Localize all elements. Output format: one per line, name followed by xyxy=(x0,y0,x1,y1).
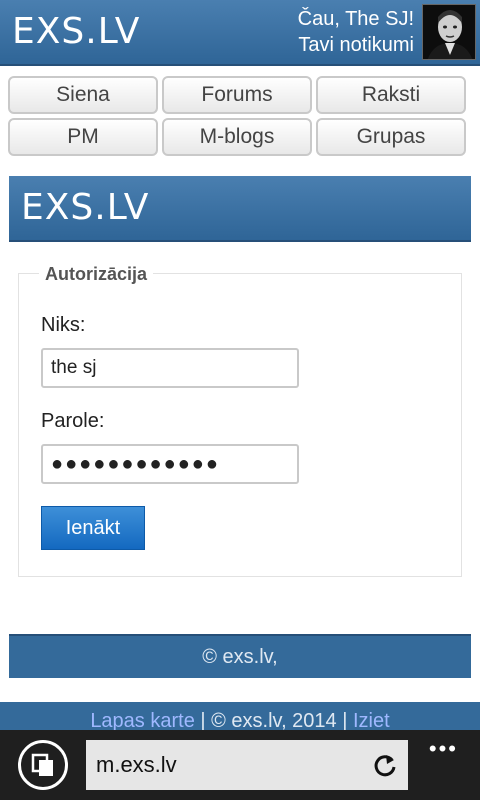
avatar-portrait-icon xyxy=(423,5,475,59)
login-form: Autorizācija Niks: the sj Parole: ●●●●●●… xyxy=(18,264,462,577)
page: EXS.LV Čau, The SJ! Tavi notikumi Siena … xyxy=(0,0,480,800)
nick-input[interactable]: the sj xyxy=(41,348,299,388)
site-banner: EXS.LV xyxy=(9,176,471,242)
password-input[interactable]: ●●●●●●●●●●●● xyxy=(41,444,299,484)
login-submit-button[interactable]: Ienākt xyxy=(41,506,145,550)
password-label: Parole: xyxy=(41,410,105,432)
sitemap-link[interactable]: Lapas karte xyxy=(90,710,195,732)
refresh-icon[interactable] xyxy=(372,752,398,778)
user-greeting-block: Čau, The SJ! Tavi notikumi xyxy=(298,6,414,58)
footer-separator: | © exs.lv, 2014 | xyxy=(194,710,353,732)
footer-copyright: © exs.lv, xyxy=(202,645,278,668)
address-bar[interactable]: m.exs.lv xyxy=(86,740,408,790)
footer-copyright-bar: © exs.lv, xyxy=(9,634,471,678)
logout-link[interactable]: Iziet xyxy=(353,710,390,732)
footer-links-bar: Lapas karte | © exs.lv, 2014 | Iziet xyxy=(0,702,480,732)
more-menu-button[interactable]: ••• xyxy=(429,736,458,762)
greeting-text: Čau, The SJ! xyxy=(297,8,414,30)
events-link[interactable]: Tavi notikumi xyxy=(298,32,414,58)
nav-grupas-button[interactable]: Grupas xyxy=(316,118,466,156)
browser-bar: m.exs.lv ••• xyxy=(0,730,480,800)
nav-pm-button[interactable]: PM xyxy=(8,118,158,156)
nick-label: Niks: xyxy=(41,314,86,336)
nav-forums-button[interactable]: Forums xyxy=(162,76,312,114)
url-text: m.exs.lv xyxy=(96,752,177,777)
nav-mblogs-button[interactable]: M-blogs xyxy=(162,118,312,156)
nav-siena-button[interactable]: Siena xyxy=(8,76,158,114)
tabs-button[interactable] xyxy=(18,740,68,790)
banner-logo[interactable]: EXS.LV xyxy=(21,187,149,228)
site-logo[interactable]: EXS.LV xyxy=(12,11,140,52)
login-legend: Autorizācija xyxy=(39,264,154,285)
main-nav: Siena Forums Raksti PM M-blogs Grupas xyxy=(8,76,470,156)
avatar[interactable] xyxy=(422,4,476,60)
nav-raksti-button[interactable]: Raksti xyxy=(316,76,466,114)
tabs-icon xyxy=(31,753,53,776)
header: EXS.LV Čau, The SJ! Tavi notikumi xyxy=(0,0,480,66)
